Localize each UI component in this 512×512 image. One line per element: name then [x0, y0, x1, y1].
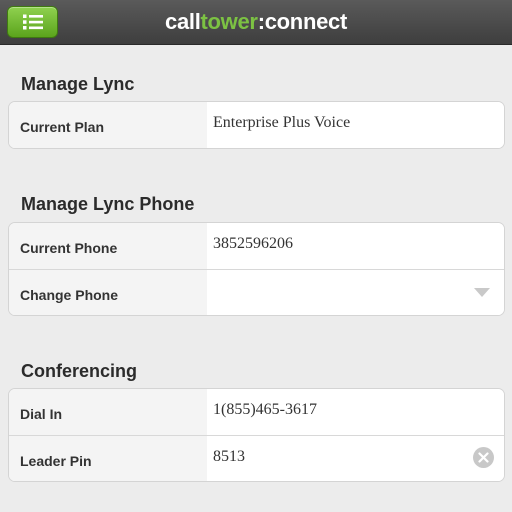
current-phone-row: Current Phone 3852596206 — [9, 223, 504, 269]
leader-pin-row: Leader Pin 8513 — [9, 435, 504, 481]
manage-lync-phone-card: Current Phone 3852596206 Change Phone — [8, 222, 505, 316]
current-phone-value: 3852596206 — [207, 223, 504, 269]
section-title-manage-lync-phone: Manage Lync Phone — [21, 194, 195, 214]
dial-in-value: 1(855)465-3617 — [207, 389, 504, 435]
current-plan-row: Current Plan Enterprise Plus Voice — [9, 102, 504, 148]
section-title-manage-lync: Manage Lync — [21, 74, 135, 94]
current-plan-label: Current Plan — [9, 102, 207, 148]
change-phone-label: Change Phone — [9, 270, 207, 315]
leader-pin-field[interactable]: 8513 — [207, 436, 504, 481]
conferencing-card: Dial In 1(855)465-3617 Leader Pin 8513 — [8, 388, 505, 482]
logo-call: call — [165, 9, 201, 34]
current-phone-label: Current Phone — [9, 223, 207, 269]
clear-icon[interactable] — [473, 447, 494, 468]
leader-pin-label: Leader Pin — [9, 436, 207, 481]
dial-in-row: Dial In 1(855)465-3617 — [9, 389, 504, 435]
manage-lync-card: Current Plan Enterprise Plus Voice — [8, 101, 505, 149]
chevron-down-icon[interactable] — [474, 288, 490, 297]
section-title-conferencing: Conferencing — [21, 361, 138, 381]
logo-tower: tower — [200, 9, 258, 34]
change-phone-row: Change Phone — [9, 269, 504, 315]
app-logo: calltower:connect — [0, 9, 512, 35]
logo-connect: :connect — [257, 9, 348, 34]
dial-in-label: Dial In — [9, 389, 207, 435]
current-plan-value: Enterprise Plus Voice — [207, 102, 504, 148]
app-header: calltower:connect — [0, 0, 512, 45]
leader-pin-value[interactable]: 8513 — [213, 448, 245, 465]
change-phone-select[interactable] — [207, 270, 504, 315]
